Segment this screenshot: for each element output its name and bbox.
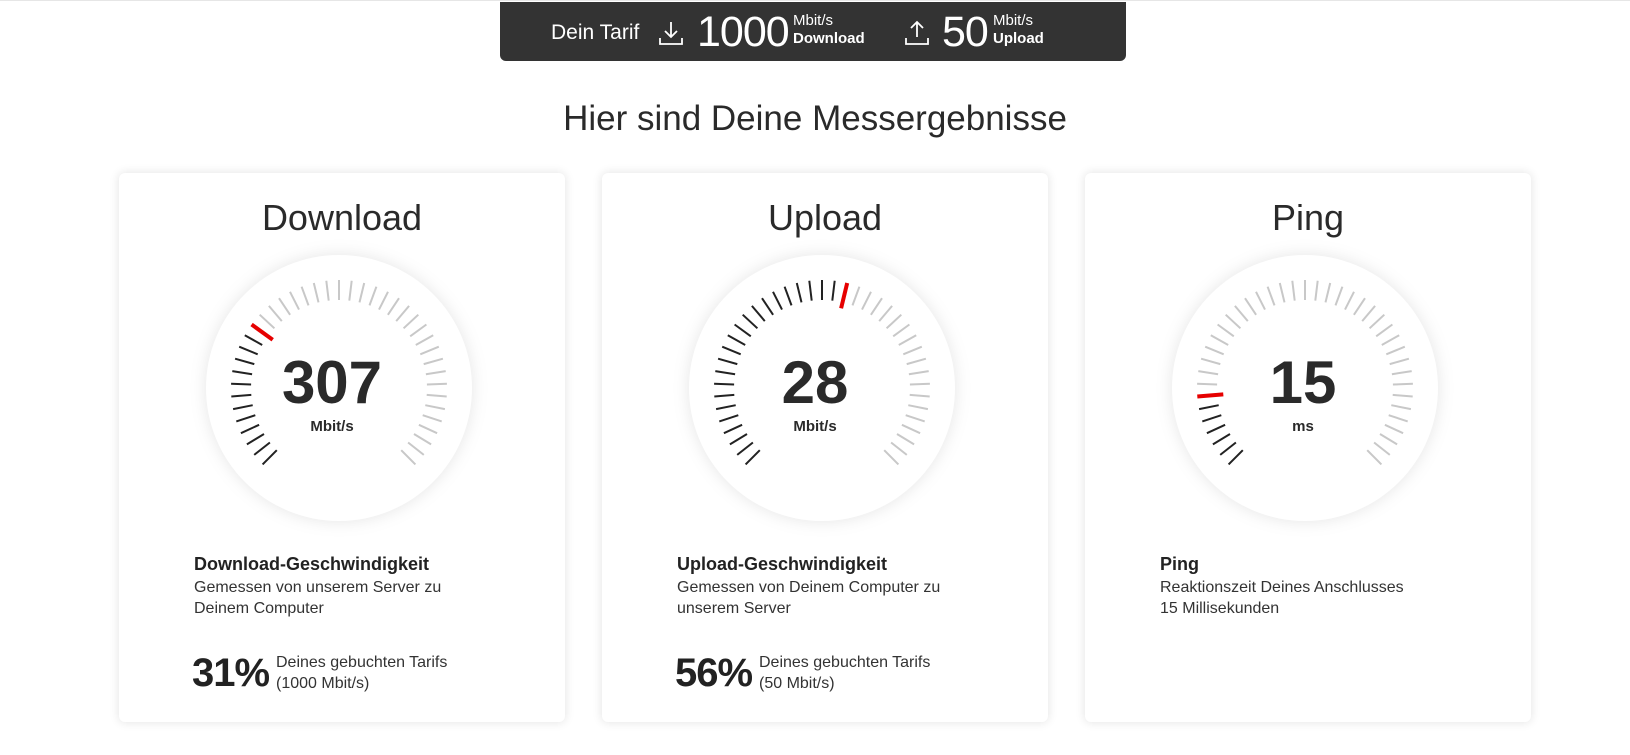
desc-text: Reaktionszeit Deines Anschlusses 15 Mill… bbox=[1160, 577, 1450, 619]
desc-text-line1: Reaktionszeit Deines Anschlusses bbox=[1160, 579, 1404, 596]
tariff-download-unit: Mbit/s bbox=[793, 12, 834, 29]
download-arrow-icon bbox=[659, 22, 683, 45]
gauge-tick bbox=[231, 382, 252, 386]
tariff-percent: 31% bbox=[192, 651, 270, 695]
tariff-upload-label: Upload bbox=[993, 30, 1044, 47]
download-gauge: 307 Mbit/s bbox=[206, 255, 472, 521]
upload-gauge: 28 Mbit/s bbox=[689, 255, 955, 521]
desc-title: Download-Geschwindigkeit bbox=[194, 554, 430, 574]
gauge-value: 15 bbox=[1270, 349, 1337, 416]
download-card: Download 307 Mbit/s Download-Geschwindig… bbox=[119, 173, 565, 722]
gauge-tick bbox=[426, 382, 447, 386]
ping-gauge: 15 ms bbox=[1172, 255, 1438, 521]
tariff-upload-unit: Mbit/s bbox=[993, 12, 1034, 29]
top-divider bbox=[0, 0, 1630, 1]
gauge-tick bbox=[1197, 382, 1218, 386]
tariff-percent-note-line2: (1000 Mbit/s) bbox=[276, 675, 370, 692]
tariff-banner: Dein Tarif 1000 Mbit/s Download 50 Mbit/… bbox=[500, 2, 1126, 61]
gauge-tick bbox=[909, 382, 930, 386]
ping-card: Ping 15 ms Ping Reaktionszeit Deines Ans… bbox=[1085, 173, 1531, 722]
gauge-tick bbox=[1392, 382, 1413, 386]
desc-text: Gemessen von Deinem Computer zu unserem … bbox=[677, 579, 941, 617]
tariff-download-label: Download bbox=[793, 30, 865, 47]
desc-title: Upload-Geschwindigkeit bbox=[677, 554, 888, 574]
tariff-label: Dein Tarif bbox=[551, 21, 640, 44]
gauge-unit: ms bbox=[1292, 418, 1314, 435]
desc-text-line2: 15 Millisekunden bbox=[1160, 600, 1280, 617]
tariff-percent-note-line1: Deines gebuchten Tarifs bbox=[759, 654, 931, 671]
card-title: Upload bbox=[767, 197, 883, 238]
tariff-percent-note: Deines gebuchten Tarifs (50 Mbit/s) bbox=[759, 652, 930, 694]
gauge-value: 307 bbox=[282, 349, 382, 416]
tariff-download-value: 1000 bbox=[697, 8, 790, 56]
desc-text: Gemessen von unserem Server zu Deinem Co… bbox=[194, 579, 442, 617]
tariff-upload-value: 50 bbox=[942, 8, 989, 56]
gauge-unit: Mbit/s bbox=[793, 418, 836, 435]
page-title: Hier sind Deine Messergebnisse bbox=[563, 99, 1067, 138]
tariff-percent-note-line2: (50 Mbit/s) bbox=[759, 675, 835, 692]
card-title: Ping bbox=[1271, 197, 1345, 238]
gauge-needle-tick bbox=[1197, 392, 1224, 399]
gauge-tick bbox=[714, 382, 735, 386]
gauge-unit: Mbit/s bbox=[310, 418, 353, 435]
tariff-percent-note-line1: Deines gebuchten Tarifs bbox=[276, 654, 448, 671]
tariff-percent-note: Deines gebuchten Tarifs (1000 Mbit/s) bbox=[276, 652, 447, 694]
desc-title: Ping bbox=[1160, 554, 1199, 574]
tariff-percent: 56% bbox=[675, 651, 753, 695]
upload-arrow-icon bbox=[905, 20, 929, 45]
card-title: Download bbox=[261, 197, 423, 238]
upload-card: Upload 28 Mbit/s Upload-Geschwindigkeit … bbox=[602, 173, 1048, 722]
gauge-value: 28 bbox=[782, 349, 849, 416]
